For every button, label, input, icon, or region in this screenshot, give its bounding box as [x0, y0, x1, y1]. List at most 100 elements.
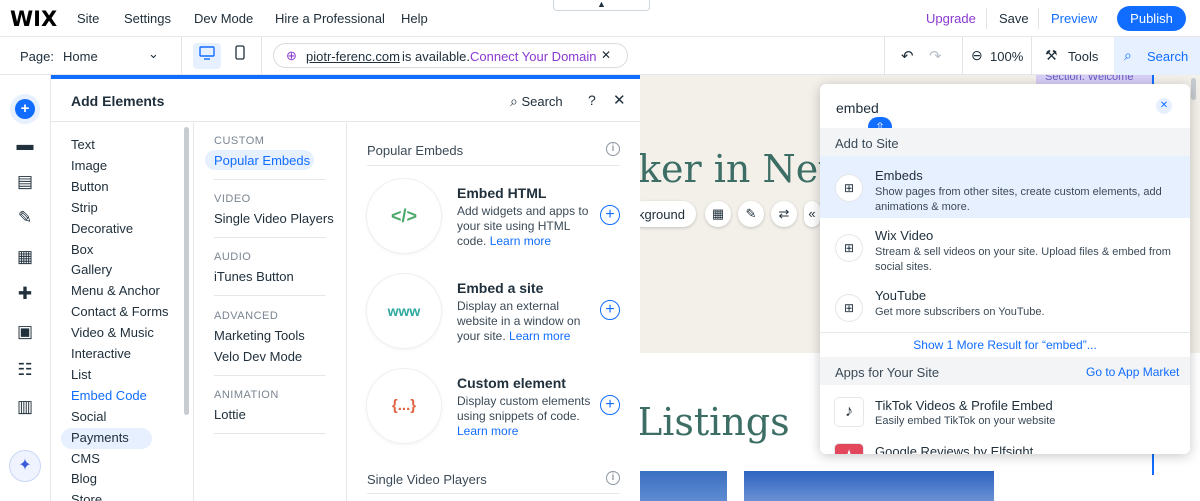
embed-site-title[interactable]: Embed a site: [457, 280, 543, 296]
add-custom-element-button[interactable]: +: [600, 395, 620, 415]
cms-icon[interactable]: ☷: [13, 358, 37, 382]
publish-button[interactable]: Publish: [1117, 6, 1186, 31]
add-embed-site-button[interactable]: +: [600, 300, 620, 320]
redo-icon[interactable]: ↷: [929, 47, 942, 65]
info-icon[interactable]: i: [606, 471, 620, 485]
wix-logo[interactable]: WIX: [10, 7, 57, 31]
domain-name[interactable]: piotr-ferenc.com: [306, 49, 400, 64]
apps-icon[interactable]: ▦: [13, 245, 37, 269]
subcategory-itunes-button[interactable]: iTunes Button: [214, 269, 294, 284]
undo-icon[interactable]: ↶: [901, 47, 914, 65]
category-cms[interactable]: CMS: [71, 451, 100, 466]
category-list[interactable]: List: [71, 367, 91, 382]
panel-search-button[interactable]: ⌕ Search: [510, 93, 563, 110]
category-gallery[interactable]: Gallery: [71, 262, 112, 277]
category-button[interactable]: Button: [71, 179, 109, 194]
listings-heading[interactable]: Listings: [640, 400, 790, 444]
page-selector[interactable]: Home: [63, 49, 98, 64]
result-embeds[interactable]: ⊞ Embeds Show pages from other sites, cr…: [820, 156, 1190, 218]
brush-icon[interactable]: ✎: [738, 201, 764, 227]
category-embed-code[interactable]: Embed Code: [71, 388, 147, 403]
canvas-scrollbar[interactable]: [1191, 78, 1196, 100]
menu-dev-mode[interactable]: Dev Mode: [194, 11, 253, 26]
custom-element-title[interactable]: Custom element: [457, 375, 566, 391]
learn-more-link[interactable]: Learn more: [490, 234, 551, 248]
subcategory-popular-embeds[interactable]: Popular Embeds: [214, 153, 310, 168]
category-video-music[interactable]: Video & Music: [71, 325, 154, 340]
app-tiktok[interactable]: ♪ TikTok Videos & Profile Embed Easily e…: [820, 390, 1190, 436]
menu-settings[interactable]: Settings: [124, 11, 171, 26]
listing-image[interactable]: [744, 471, 994, 501]
upgrade-link[interactable]: Upgrade: [926, 11, 976, 26]
category-strip[interactable]: Strip: [71, 200, 98, 215]
connect-domain-link[interactable]: Connect Your Domain: [470, 49, 596, 64]
design-icon[interactable]: ✎: [13, 206, 37, 230]
subcategory-single-video-players[interactable]: Single Video Players: [214, 211, 334, 226]
category-decorative[interactable]: Decorative: [71, 221, 133, 236]
result-youtube[interactable]: ⊞ YouTube Get more subscribers on YouTub…: [820, 276, 1190, 338]
layout-icon[interactable]: ▦: [705, 201, 731, 227]
listing-image[interactable]: [640, 471, 727, 501]
app-google-reviews[interactable]: ★ Google Reviews by Elfsight: [820, 436, 1190, 454]
subcategory-heading: AUDIO: [214, 251, 252, 263]
mobile-view-button[interactable]: [226, 43, 254, 69]
tools-button[interactable]: Tools: [1068, 49, 1098, 64]
sections-icon[interactable]: ▬: [13, 133, 37, 157]
info-icon[interactable]: i: [606, 142, 620, 156]
help-icon[interactable]: ?: [588, 92, 596, 108]
panel-header: Add Elements ⌕ Search ? ✕: [51, 79, 640, 122]
category-blog[interactable]: Blog: [71, 471, 97, 486]
divider: [986, 8, 987, 29]
go-to-app-market-link[interactable]: Go to App Market: [1086, 365, 1179, 379]
show-more-results-link[interactable]: Show 1 More Result for “embed”...: [820, 332, 1190, 356]
clear-search-icon[interactable]: ✕: [1156, 98, 1172, 114]
desktop-view-button[interactable]: [193, 43, 221, 69]
zoom-out-icon[interactable]: ⊖: [971, 47, 983, 64]
save-button[interactable]: Save: [999, 11, 1029, 26]
category-box[interactable]: Box: [71, 242, 93, 257]
subcategory-lottie[interactable]: Lottie: [214, 407, 246, 422]
chevron-down-icon[interactable]: ⌄: [148, 46, 159, 62]
more-icon[interactable]: «: [804, 201, 820, 227]
scrollbar[interactable]: [184, 127, 189, 415]
swap-icon[interactable]: ⇄: [771, 201, 797, 227]
code-icon[interactable]: </>: [367, 179, 441, 253]
close-icon[interactable]: ✕: [601, 48, 611, 62]
divider: [1038, 8, 1039, 29]
subcategory-marketing-tools[interactable]: Marketing Tools: [214, 328, 305, 343]
collapse-handle[interactable]: ▲: [553, 0, 650, 11]
category-store[interactable]: Store: [71, 492, 102, 501]
search-button[interactable]: ⌕ Search: [1114, 37, 1200, 75]
preview-button[interactable]: Preview: [1051, 11, 1097, 26]
menu-help[interactable]: Help: [401, 11, 428, 26]
zoom-level[interactable]: 100%: [990, 49, 1023, 64]
add-elements-button[interactable]: +: [10, 94, 40, 124]
category-contact-forms[interactable]: Contact & Forms: [71, 304, 169, 319]
ai-assistant-icon[interactable]: ✦: [9, 450, 41, 482]
learn-more-link[interactable]: Learn more: [509, 329, 570, 343]
subcategory-velo-dev-mode[interactable]: Velo Dev Mode: [214, 349, 302, 364]
add-embed-html-button[interactable]: +: [600, 205, 620, 225]
category-image[interactable]: Image: [71, 158, 107, 173]
portfolio-icon[interactable]: ▥: [13, 395, 37, 419]
category-text[interactable]: Text: [71, 137, 95, 152]
pages-icon[interactable]: ▤: [13, 170, 37, 194]
custom-element-icon[interactable]: {...}: [367, 369, 441, 443]
background-button[interactable]: kground: [640, 201, 696, 227]
category-social[interactable]: Social: [71, 409, 106, 424]
learn-more-link[interactable]: Learn more: [457, 424, 518, 438]
category-interactive[interactable]: Interactive: [71, 346, 131, 361]
www-icon[interactable]: www: [367, 274, 441, 348]
tools-icon[interactable]: ⚒: [1045, 47, 1058, 64]
embeds-list: Popular Embeds i </> Embed HTML Add widg…: [347, 123, 640, 501]
category-menu-anchor[interactable]: Menu & Anchor: [71, 283, 160, 298]
category-payments[interactable]: Payments: [71, 430, 129, 445]
menu-hire-professional[interactable]: Hire a Professional: [275, 11, 385, 26]
embed-html-title[interactable]: Embed HTML: [457, 185, 546, 201]
result-wix-video[interactable]: ⊞ Wix Video Stream & sell videos on your…: [820, 216, 1190, 278]
search-input[interactable]: embed: [836, 100, 879, 116]
close-icon[interactable]: ✕: [613, 91, 626, 109]
business-icon[interactable]: ✚: [13, 282, 37, 306]
media-icon[interactable]: ▣: [13, 320, 37, 344]
menu-site[interactable]: Site: [77, 11, 99, 26]
